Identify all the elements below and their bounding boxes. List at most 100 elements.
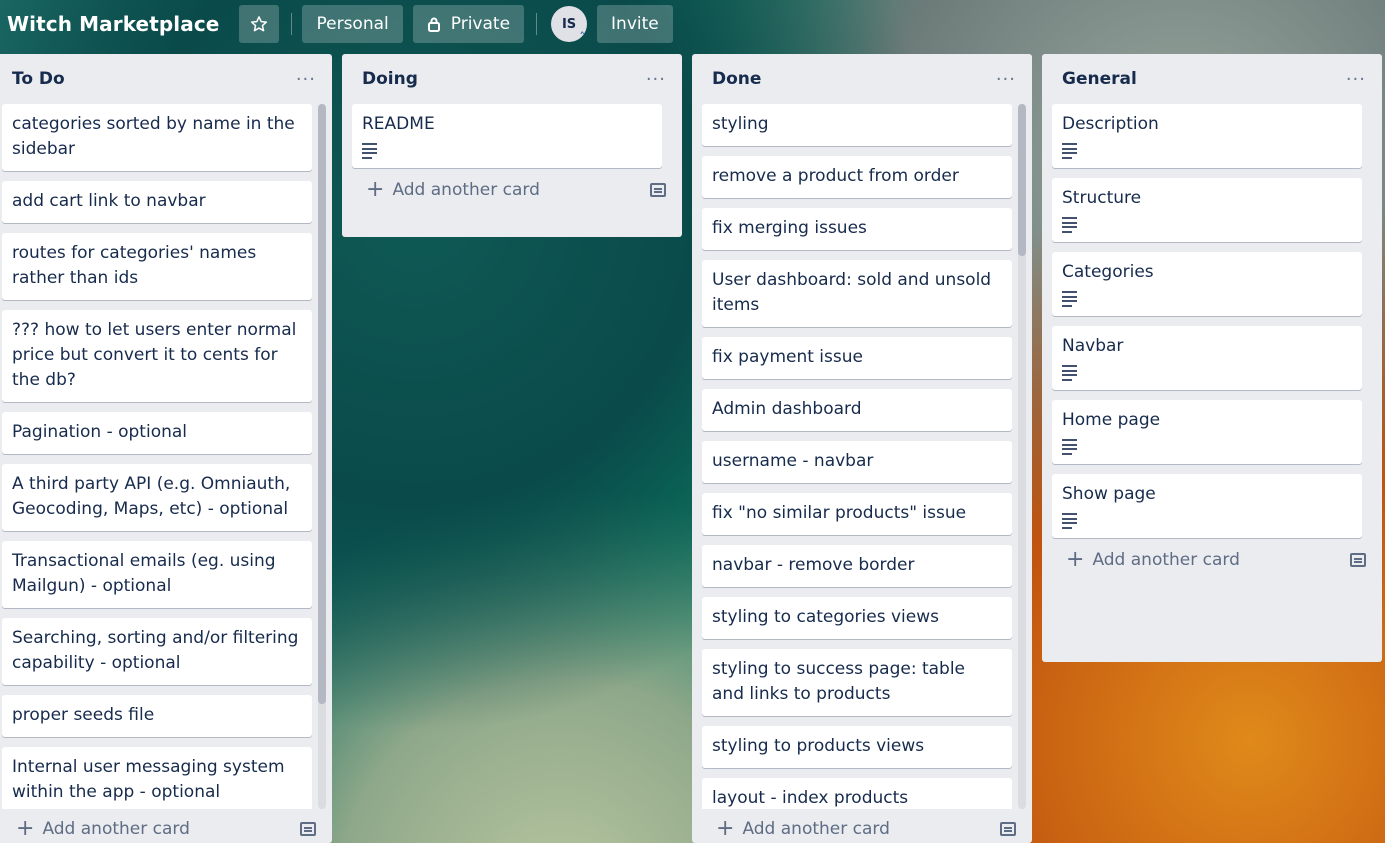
card-title: Searching, sorting and/or filtering capa… (12, 628, 299, 673)
card[interactable]: styling to products views (702, 726, 1012, 768)
list-header: To Do ··· (0, 54, 332, 104)
card[interactable]: Show page (1052, 474, 1362, 538)
card[interactable]: A third party API (e.g. Omniauth, Geocod… (2, 464, 312, 531)
card[interactable]: fix "no similar products" issue (702, 493, 1012, 535)
card[interactable]: Home page (1052, 400, 1362, 464)
divider (291, 13, 293, 35)
list-header: Doing ··· (342, 54, 682, 104)
invite-button[interactable]: Invite (597, 5, 673, 43)
card-title: navbar - remove border (712, 555, 915, 575)
description-icon (1062, 143, 1352, 159)
card[interactable]: User dashboard: sold and unsold items (702, 260, 1012, 327)
avatar[interactable]: IS ˄ (551, 6, 588, 42)
card[interactable]: Searching, sorting and/or filtering capa… (2, 618, 312, 685)
card[interactable]: Navbar (1052, 326, 1362, 390)
add-card-label: Add another card (742, 819, 890, 839)
list-general: General ··· Description Structure Catego… (1042, 54, 1382, 662)
list-header: General ··· (1042, 54, 1382, 104)
add-card-row[interactable]: + Add another card (342, 170, 682, 210)
add-card-row[interactable]: + Add another card (1042, 540, 1382, 580)
card[interactable]: styling to categories views (702, 597, 1012, 639)
card[interactable]: Transactional emails (eg. using Mailgun)… (2, 541, 312, 608)
card-title: styling to products views (712, 736, 925, 756)
card-list: Description Structure Categories Navbar … (1042, 104, 1382, 538)
add-card-button: + Add another card (366, 179, 540, 201)
card-title: add cart link to navbar (12, 191, 206, 211)
card[interactable]: fix payment issue (702, 337, 1012, 379)
scrollbar[interactable] (1018, 104, 1026, 809)
card[interactable]: styling (702, 104, 1012, 146)
card-title: Transactional emails (eg. using Mailgun)… (12, 551, 276, 596)
card[interactable]: README (352, 104, 662, 168)
card-title: Description (1062, 114, 1159, 134)
list-title[interactable]: General (1062, 69, 1137, 89)
card[interactable]: Structure (1052, 178, 1362, 242)
star-icon (251, 16, 268, 32)
card-title: README (362, 114, 435, 134)
card-template-icon[interactable] (650, 183, 666, 197)
description-icon (1062, 439, 1352, 455)
board-title[interactable]: Witch Marketplace (7, 12, 219, 36)
plus-icon: + (366, 177, 385, 202)
star-button[interactable] (239, 5, 280, 43)
scrollbar-thumb[interactable] (1018, 104, 1026, 256)
plus-icon: + (16, 816, 35, 841)
card[interactable]: routes for categories' names rather than… (2, 233, 312, 300)
personal-button[interactable]: Personal (302, 5, 403, 43)
card-template-icon[interactable] (1000, 822, 1016, 836)
add-card-row[interactable]: + Add another card (0, 809, 332, 843)
card-title: Admin dashboard (712, 399, 862, 419)
card-title: Pagination - optional (12, 422, 188, 442)
card[interactable]: categories sorted by name in the sidebar (2, 104, 312, 171)
card[interactable]: remove a product from order (702, 156, 1012, 198)
card[interactable]: navbar - remove border (702, 545, 1012, 587)
private-button[interactable]: Private (412, 5, 525, 43)
divider (536, 13, 538, 35)
card-title: fix merging issues (712, 218, 867, 238)
card-title: Structure (1062, 188, 1142, 208)
list-to-do: To Do ··· categories sorted by name in t… (0, 54, 332, 843)
list-title[interactable]: Done (712, 69, 761, 89)
add-card-row[interactable]: + Add another card (692, 809, 1032, 843)
card[interactable]: Admin dashboard (702, 389, 1012, 431)
add-card-label: Add another card (42, 819, 190, 839)
card-title: fix payment issue (712, 347, 863, 367)
scrollbar[interactable] (318, 104, 326, 809)
list-title[interactable]: To Do (12, 69, 65, 89)
list-menu-icon[interactable]: ··· (1346, 69, 1366, 90)
card[interactable]: Pagination - optional (2, 412, 312, 454)
private-label: Private (450, 14, 511, 34)
card[interactable]: username - navbar (702, 441, 1012, 483)
card-title: styling (712, 114, 769, 134)
card[interactable]: add cart link to navbar (2, 181, 312, 223)
card[interactable]: Categories (1052, 252, 1362, 316)
list-menu-icon[interactable]: ··· (996, 69, 1016, 90)
card[interactable]: styling to success page: table and links… (702, 649, 1012, 716)
board-header: Witch Marketplace Personal Private IS ˄ … (0, 0, 1385, 48)
card[interactable]: layout - index products (702, 778, 1012, 809)
card-title: routes for categories' names rather than… (12, 243, 257, 288)
card-title: styling to success page: table and links… (712, 659, 966, 704)
lock-icon (427, 17, 440, 32)
list-title[interactable]: Doing (362, 69, 418, 89)
card[interactable]: ??? how to let users enter normal price … (2, 310, 312, 402)
add-card-button: + Add another card (16, 818, 190, 840)
scrollbar-thumb[interactable] (318, 104, 326, 704)
card-list: README (342, 104, 682, 168)
plus-icon: + (716, 816, 735, 841)
card[interactable]: proper seeds file (2, 695, 312, 737)
add-card-button: + Add another card (1066, 549, 1240, 571)
description-icon (1062, 365, 1352, 381)
card-title: ??? how to let users enter normal price … (12, 320, 297, 390)
card[interactable]: Internal user messaging system within th… (2, 747, 312, 809)
card[interactable]: Description (1052, 104, 1362, 168)
card-title: remove a product from order (712, 166, 959, 186)
list-menu-icon[interactable]: ··· (296, 69, 316, 90)
card-title: categories sorted by name in the sidebar (12, 114, 295, 159)
card-template-icon[interactable] (300, 822, 316, 836)
list-doing: Doing ··· README + Add another card (342, 54, 682, 237)
card-template-icon[interactable] (1350, 553, 1366, 567)
card-list: styling remove a product from order fix … (692, 104, 1032, 809)
card[interactable]: fix merging issues (702, 208, 1012, 250)
list-menu-icon[interactable]: ··· (646, 69, 666, 90)
